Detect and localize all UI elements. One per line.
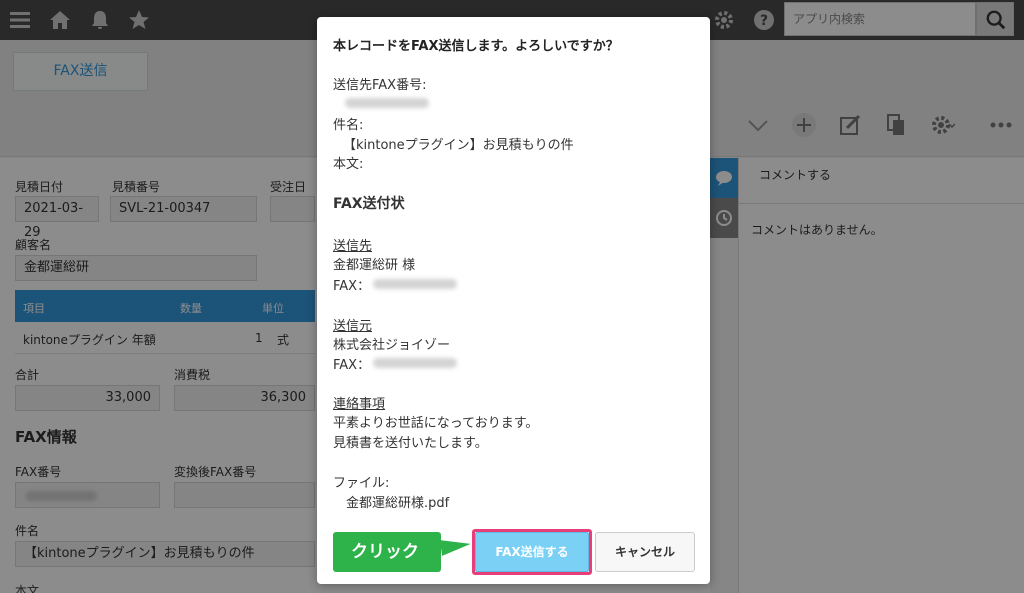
fax-send-button[interactable]: FAX送信する xyxy=(475,532,589,572)
notes-heading: 連絡事項 xyxy=(333,397,386,412)
from-heading: 送信元 xyxy=(333,319,373,334)
file-name[interactable]: 金都運総研様.pdf xyxy=(346,492,449,511)
dest-fax-label: 送信先FAX番号: xyxy=(333,78,427,93)
blurred-from-fax xyxy=(373,358,457,368)
to-fax-label: FAX： xyxy=(333,279,371,294)
blurred-dest-fax xyxy=(345,98,429,108)
file-label: ファイル: xyxy=(333,476,390,491)
from-fax-label: FAX： xyxy=(333,358,371,373)
subject-value: 【kintoneプラグイン】お見積もりの件 xyxy=(343,138,574,153)
to-heading: 送信先 xyxy=(333,239,373,254)
subject-label: 件名: xyxy=(333,118,364,133)
notes-line-1: 平素よりお世話になっております。 xyxy=(333,416,539,431)
blurred-to-fax xyxy=(373,279,457,289)
notes-line-2: 見積書を送付いたします。 xyxy=(333,436,488,451)
from-name: 株式会社ジョイゾー xyxy=(333,338,451,353)
cover-title: FAX送付状 xyxy=(333,196,405,212)
dialog-title: 本レコードをFAX送信します。よろしいですか？ xyxy=(333,39,619,54)
click-callout: クリック xyxy=(333,532,441,572)
body-label: 本文: xyxy=(333,157,364,172)
fax-confirm-dialog: 本レコードをFAX送信します。よろしいですか？ 送信先FAX番号: 件名: 【k… xyxy=(317,17,710,584)
cancel-button[interactable]: キャンセル xyxy=(595,532,695,572)
to-name: 金都運総研 様 xyxy=(333,258,416,273)
